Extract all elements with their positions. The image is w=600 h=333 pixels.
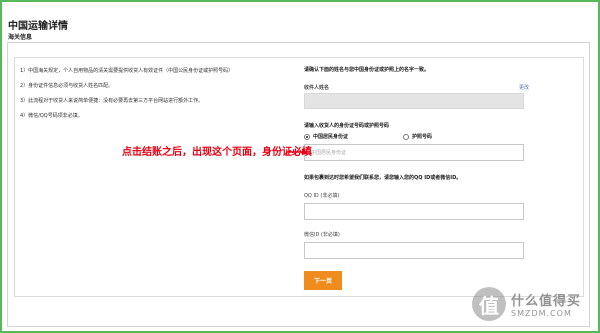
- watermark-text-en: SMZDM.COM: [511, 309, 572, 318]
- radio-passport-label: 护照号码: [412, 134, 433, 140]
- name-label: 收件人姓名: [304, 85, 330, 91]
- wechat-label: 微信ID (非必填): [304, 232, 340, 238]
- page: 中国运输详情 海关信息 1）中国海关规定，个人自用物品的清关需要提供收货人有效证…: [2, 2, 598, 331]
- watermark: 值 什么值得买 SMZDM.COM: [472, 287, 581, 321]
- id-type-radio-group: 中国居民身份证 护照号码: [304, 133, 529, 140]
- watermark-text-cn: 什么值得买: [511, 294, 582, 309]
- note-item: 1）中国海关规定，个人自用物品的清关需要提供收货人有效证件（中国公民身份证或护照…: [20, 68, 234, 74]
- page-title: 中国运输详情: [8, 21, 68, 32]
- wechat-id-input[interactable]: [304, 242, 524, 259]
- change-name-link[interactable]: 更改: [519, 84, 529, 91]
- annotation-arrow-icon: [286, 148, 308, 156]
- id-prompt: 请输入收货人的身份证号码或护照号码: [304, 123, 390, 129]
- next-page-button[interactable]: 下一页: [304, 271, 342, 290]
- note-item: 2）身份证件信息必须与收货人姓名匹配。: [20, 83, 114, 89]
- customs-notes: 1）中国海关规定，个人自用物品的清关需要提供收货人有效证件（中国公民身份证或护照…: [20, 68, 233, 128]
- id-number-input[interactable]: [304, 144, 524, 161]
- watermark-logo-icon: 值: [472, 287, 506, 321]
- recipient-name-field: [304, 93, 524, 109]
- annotation-text: 点击结账之后，出现这个页面，身份证必填: [122, 147, 312, 158]
- qq-id-input[interactable]: [304, 203, 524, 220]
- radio-passport-option[interactable]: 护照号码: [403, 133, 432, 140]
- radio-id-card[interactable]: [304, 133, 310, 140]
- note-item: 3）此流程对于收货人来说简单便捷：没有必要再去第三方平台网站进行额外工作。: [20, 98, 204, 104]
- note-item: 4）微信/QQ号码项非必填。: [20, 113, 83, 119]
- name-instruction: 请确认下面的姓名与您中国身份证或护照上的名字一致。: [304, 67, 430, 73]
- contact-note: 如果包裹到达时您希望我们联系您，请您输入您的QQ ID或者微信ID。: [304, 175, 462, 181]
- customs-form: 请确认下面的姓名与您中国身份证或护照上的名字一致。 收件人姓名 更改 请输入收货…: [304, 66, 529, 290]
- qq-label: QQ ID (非必填): [304, 193, 340, 199]
- name-label-row: 收件人姓名 更改: [304, 84, 529, 91]
- radio-id-card-label: 中国居民身份证: [313, 134, 349, 140]
- radio-id-card-option[interactable]: 中国居民身份证: [304, 133, 348, 140]
- section-subtitle: 海关信息: [8, 34, 33, 41]
- radio-passport[interactable]: [403, 133, 410, 140]
